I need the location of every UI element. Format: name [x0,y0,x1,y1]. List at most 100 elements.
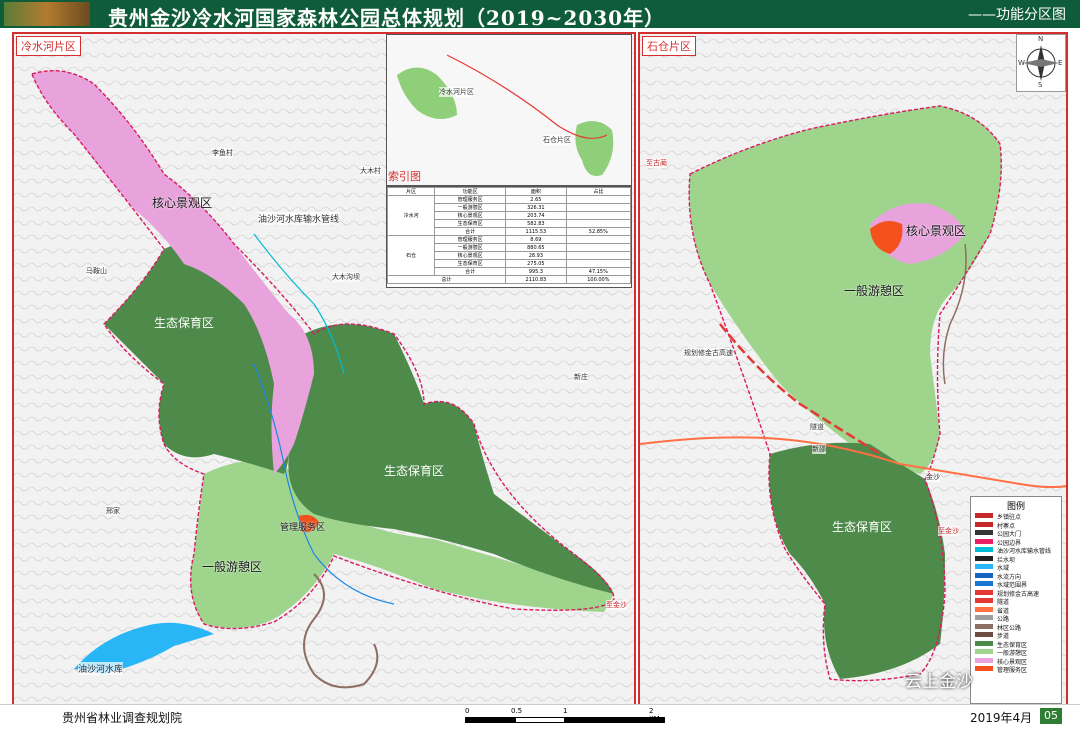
footer-org: 贵州省林业调查规划院 [62,711,183,725]
td-cell [565,203,632,212]
td-cell: 核心景观区 [434,211,507,220]
place-xinshao: 新邵 [812,444,826,454]
legend-swatch [975,513,993,518]
legend-item: 公园边界 [971,538,1061,547]
zone-label-eco-east: 生态保育区 [384,464,445,478]
legend-item: 一般游憩区 [971,648,1061,657]
legend-item: 管理服务区 [971,665,1061,674]
td-total-ratio: 100.00% [565,275,632,284]
area-table-grid: 片区 功能区 面积 占比 冷水河 管理服务区 2.65 一般游憩区 326.31 核心… [386,187,632,284]
td-cell [565,243,632,252]
scale-tick-3: 2 KM [649,707,660,723]
legend-swatch [975,581,993,586]
td-cell [565,251,632,260]
legend-item: 村寨点 [971,521,1061,530]
page-subtitle: ——功能分区图 [968,7,1066,23]
td-group-2: 石仓 [386,235,436,276]
compass-e: E [1058,59,1063,67]
scale-seg-1 [465,717,515,723]
zone-label-core-right: 核心景观区 [906,224,967,238]
td-cell: 生态保育区 [434,219,507,228]
footer-bar: 贵州省林业调查规划院 0 0.5 1 2 KM 2019年4月 05 [0,704,1080,729]
td-total-label: 总计 [386,275,507,284]
index-map-label: 索引图 [388,170,421,183]
legend-item: 生态保育区 [971,640,1061,649]
td-cell: 275.05 [505,259,567,268]
legend-item: 水流方向 [971,572,1061,581]
legend-swatch [975,564,993,569]
legend-item: 乡镇驻点 [971,512,1061,521]
td-cell: 2.65 [505,195,567,204]
page-number: 05 [1040,708,1062,724]
td-cell: 核心景观区 [434,251,507,260]
place-reservoir: 油沙河水库 [78,662,124,675]
legend-swatch [975,666,993,671]
scale-tick-2: 1 [563,707,568,715]
zone-label-core: 核心景观区 [152,196,213,210]
zone-label-general-right: 一般游憩区 [844,284,905,298]
td-cell [565,211,632,220]
place-exit-left: 至金沙 [606,600,627,610]
td-cell: 47.15% [565,267,632,276]
th-area: 面积 [505,187,567,196]
td-cell: 203.74 [505,211,567,220]
td-cell: 995.3 [505,267,567,276]
zone-label-mgmt: 管理服务区 [280,523,326,533]
legend-swatch [975,538,993,544]
legend-swatch [975,640,993,646]
right-panel-label: 石仓片区 [642,36,696,56]
legend-swatch [975,615,993,620]
legend-item: 步道 [971,631,1061,640]
legend-swatch [975,623,993,629]
place-xingjia: 邢家 [106,506,120,516]
td-cell: 一般游憩区 [434,203,507,212]
legend-item: 公园大门 [971,529,1061,538]
compass-s: S [1038,81,1043,89]
place-exit-right: 至金沙 [938,526,959,536]
zone-label-general: 一般游憩区 [202,560,263,574]
compass-w: W [1018,59,1025,67]
td-cell: 合计 [434,267,507,276]
legend-item: 油沙河水库输水管线 [971,546,1061,555]
place-liyu: 李鱼村 [212,148,233,158]
compass-rose: N S W E [1016,34,1066,92]
legend-item: 公路 [971,614,1061,623]
place-tunnel: 隧道 [810,422,824,432]
index-map-inset: 冷水河片区 石仓片区 [386,34,632,186]
left-map-panel: 冷水河片区 核心景观区 生态保育区 生态保育区 一般游憩区 管理服务区 李鱼村 [12,32,636,706]
legend-swatch [975,598,993,603]
inset-label-shicang: 石仓片区 [543,135,571,145]
legend-item: 规划修金古高速 [971,589,1061,598]
legend-swatch [975,632,993,637]
legend-swatch [975,589,993,595]
td-cell: 一般游憩区 [434,243,507,252]
th-district: 片区 [386,187,436,196]
td-cell [565,195,632,204]
td-total-area: 2110.83 [505,275,567,284]
legend-swatch [975,530,993,535]
legend-title: 图例 [1006,502,1025,512]
td-cell [565,219,632,228]
legend-item: 林区公路 [971,623,1061,632]
place-gulin: 至古蔺 [646,158,667,168]
th-zone: 功能区 [434,187,507,196]
header-logo-image [4,2,90,26]
td-cell: 1115.53 [505,227,567,236]
legend-swatch [975,606,993,612]
legend-label: 管理服务区 [997,667,1028,674]
scale-seg-2 [515,717,565,723]
legend-swatch [975,521,993,527]
right-map-panel: 石仓片区 核心景观区 一般游憩区 生态保育区 规划修金古高速 隧道 新邵 金沙 … [638,32,1068,706]
td-cell: 合计 [434,227,507,236]
td-cell: 8.69 [505,235,567,244]
legend-item: 水域范围界 [971,580,1061,589]
left-panel-label: 冷水河片区 [16,36,81,56]
legend-item: 水域 [971,563,1061,572]
place-jinshan: 金沙 [926,472,940,482]
legend-item: 隧道 [971,597,1061,606]
legend-swatch [975,657,993,663]
td-cell: 管理服务区 [434,235,507,244]
watermark-text: 云上金沙 [905,672,973,692]
td-cell: 880.65 [505,243,567,252]
td-cell [565,259,632,268]
